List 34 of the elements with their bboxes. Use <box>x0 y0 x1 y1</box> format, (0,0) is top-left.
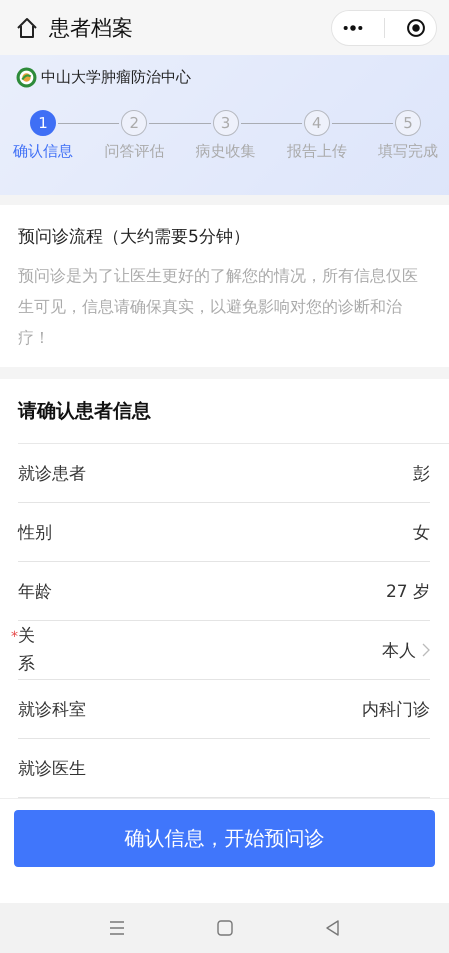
more-icon[interactable] <box>342 24 364 32</box>
field-value: 彭 <box>413 462 430 484</box>
required-mark: * <box>11 629 18 645</box>
field-value: 内科门诊 <box>362 698 430 720</box>
field-label: 性别 <box>18 522 52 544</box>
intro-text: 预问诊是为了让医生更好的了解您的情况，所有信息仅医生可见，信息请确保真实，以避免影响对您的诊断和治疗！ <box>18 265 419 349</box>
section-title: 预问诊流程（大约需要5分钟） <box>18 226 251 248</box>
chevron-icon <box>422 643 430 657</box>
step-label: 病史收集 <box>196 142 256 161</box>
section-title: 请确认患者信息 <box>18 379 449 444</box>
field-label: 就诊患者 <box>18 462 86 484</box>
page-title: 患者档案 <box>49 14 134 42</box>
relation-select[interactable]: 本人 <box>382 638 430 662</box>
step-number: 2 <box>121 110 148 136</box>
field-label: 就诊科室 <box>18 698 86 720</box>
close-icon[interactable] <box>406 18 426 38</box>
start-button[interactable]: 确认信息，开始预问诊 <box>14 810 435 867</box>
hospital-name: 中山大学肿瘤防治中心 <box>41 68 191 87</box>
home-icon[interactable] <box>15 16 39 40</box>
field-label: 关系 <box>18 625 35 676</box>
field-value: 女 <box>413 522 430 544</box>
step-number: 5 <box>395 110 421 136</box>
step-label: 确认信息 <box>13 142 73 161</box>
step-label: 报告上传 <box>286 142 347 161</box>
step-number: 3 <box>212 110 238 136</box>
hospital-logo-icon <box>16 67 37 88</box>
field-label: 就诊医生 <box>18 758 86 780</box>
step-label: 问答评估 <box>104 142 164 161</box>
step-label: 填写完成 <box>378 142 438 161</box>
step-number: 4 <box>304 110 330 136</box>
field-value: 27 岁 <box>386 580 430 602</box>
field-label: 年龄 <box>18 580 52 602</box>
home-square-icon[interactable] <box>214 918 234 938</box>
step-number: 1 <box>30 110 56 136</box>
